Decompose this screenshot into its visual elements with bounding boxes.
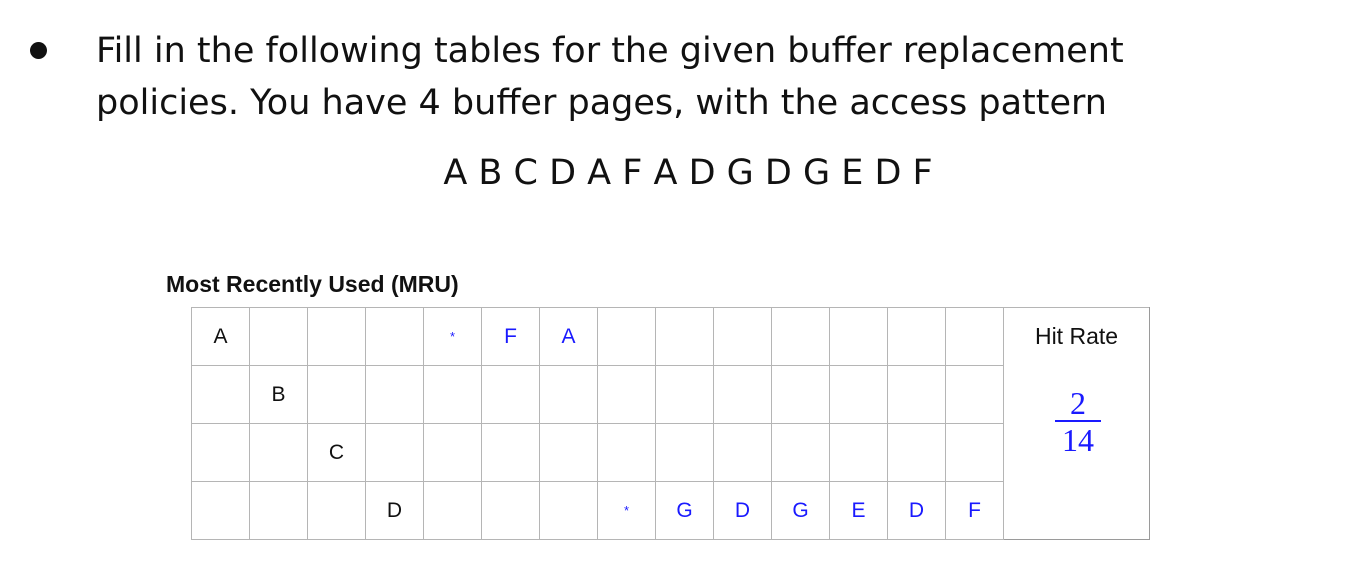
table-cell [771, 423, 830, 482]
table-row: B [191, 365, 1150, 424]
hit-rate-cell: Hit Rate [1003, 307, 1150, 366]
bullet-icon [30, 42, 47, 59]
table-cell: D [887, 481, 946, 540]
table-cell [945, 423, 1004, 482]
table-cell: G [655, 481, 714, 540]
table-cell [597, 365, 656, 424]
table-cell [887, 365, 946, 424]
table-cell: F [945, 481, 1004, 540]
mru-table: A * F A Hit Rate B C D * G D G E D F [191, 307, 1150, 540]
table-cell [249, 423, 308, 482]
table-cell [307, 481, 366, 540]
table-cell [887, 307, 946, 366]
table-cell [539, 365, 598, 424]
table-cell: F [481, 307, 540, 366]
access-pattern: A B C D A F A D G D G E D F [443, 153, 933, 193]
table-cell [713, 423, 772, 482]
table-cell: D [365, 481, 424, 540]
table-cell [191, 481, 250, 540]
table-cell [829, 423, 888, 482]
table-cell: * [597, 481, 656, 540]
table-cell [713, 307, 772, 366]
table-row: A * F A Hit Rate [191, 307, 1150, 366]
table-cell [249, 307, 308, 366]
table-cell [249, 481, 308, 540]
hit-rate-numerator: 2 [1070, 385, 1086, 421]
table-cell [191, 423, 250, 482]
question-prompt: Fill in the following tables for the giv… [96, 25, 1316, 129]
prompt-line-1: Fill in the following tables for the giv… [96, 31, 1124, 71]
table-cell [887, 423, 946, 482]
table-cell: B [249, 365, 308, 424]
hit-rate-cell [1003, 481, 1150, 540]
table-cell [945, 365, 1004, 424]
table-cell [945, 307, 1004, 366]
table-cell: A [191, 307, 250, 366]
table-cell: A [539, 307, 598, 366]
table-cell [539, 423, 598, 482]
table-cell [481, 481, 540, 540]
table-cell [539, 481, 598, 540]
table-cell [481, 365, 540, 424]
table-cell [829, 365, 888, 424]
table-title: Most Recently Used (MRU) [166, 271, 459, 297]
table-cell [365, 307, 424, 366]
hit-rate-denominator: 14 [1062, 422, 1094, 458]
table-cell [307, 307, 366, 366]
table-cell: G [771, 481, 830, 540]
table-cell [423, 423, 482, 482]
table-cell [771, 365, 830, 424]
table-cell [423, 365, 482, 424]
table-cell [713, 365, 772, 424]
table-cell: C [307, 423, 366, 482]
table-cell [365, 423, 424, 482]
table-row: D * G D G E D F [191, 481, 1150, 540]
table-cell [423, 481, 482, 540]
table-cell: D [713, 481, 772, 540]
table-cell [655, 307, 714, 366]
table-cell [597, 423, 656, 482]
table-cell [307, 365, 366, 424]
table-cell [655, 365, 714, 424]
table-cell [771, 307, 830, 366]
table-cell: E [829, 481, 888, 540]
table-cell [191, 365, 250, 424]
prompt-line-2: policies. You have 4 buffer pages, with … [96, 83, 1107, 123]
table-cell [829, 307, 888, 366]
table-cell [655, 423, 714, 482]
table-cell [481, 423, 540, 482]
table-row: C [191, 423, 1150, 482]
table-cell [597, 307, 656, 366]
hit-rate-fraction: 2 14 [1055, 385, 1101, 458]
table-cell: * [423, 307, 482, 366]
table-cell [365, 365, 424, 424]
hit-rate-label: Hit Rate [1034, 323, 1119, 350]
